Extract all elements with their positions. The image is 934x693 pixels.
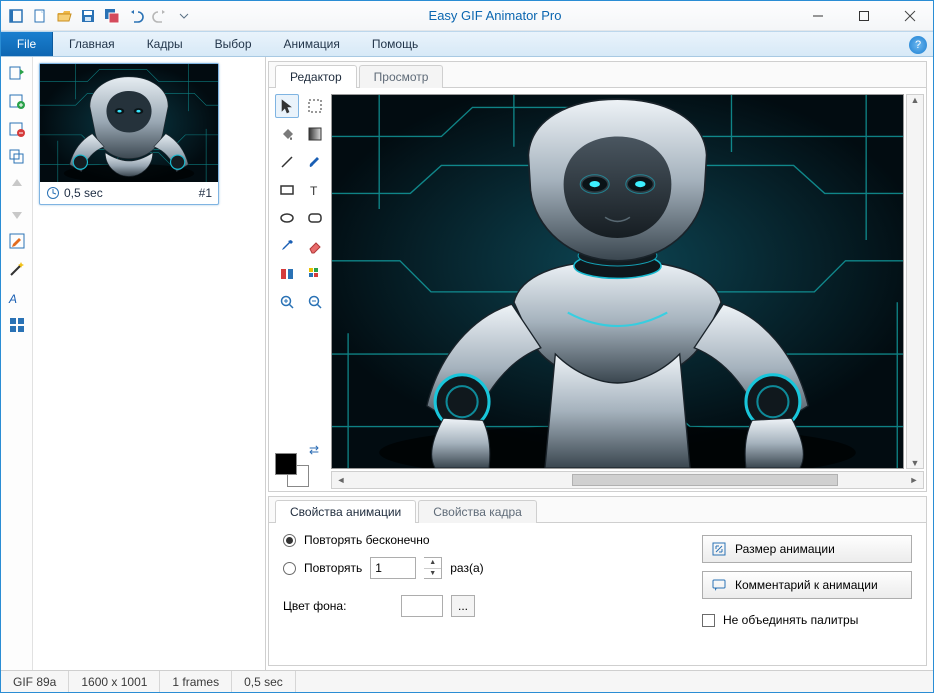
side-edit-icon[interactable]: [5, 229, 29, 253]
repeat-count-radio[interactable]: Повторять: [283, 561, 362, 575]
app-title: Easy GIF Animator Pro: [195, 8, 795, 23]
repeat-suffix: раз(а): [450, 561, 483, 575]
canvas-wrap: ▲▼ ◄ ►: [329, 88, 926, 491]
minimize-button[interactable]: [795, 1, 841, 31]
qa-undo-icon[interactable]: [125, 5, 147, 27]
comment-icon: [711, 577, 727, 593]
repeat-forever-label: Повторять бесконечно: [304, 533, 430, 547]
main-body: A: [1, 57, 933, 670]
menu-help[interactable]: Помощь: [356, 32, 434, 56]
anim-comment-button[interactable]: Комментарий к анимации: [702, 571, 912, 599]
repeat-count-input[interactable]: [370, 557, 416, 579]
qa-new-icon[interactable]: [29, 5, 51, 27]
editor-tabs: Редактор Просмотр: [269, 62, 926, 88]
close-button[interactable]: [887, 1, 933, 31]
tool-pointer-icon[interactable]: [275, 94, 299, 118]
color-swatch: ⇄: [275, 447, 321, 491]
file-menu-button[interactable]: File: [1, 32, 53, 56]
status-frames: 1 frames: [160, 671, 232, 692]
tool-ellipse-icon[interactable]: [275, 206, 299, 230]
tab-preview[interactable]: Просмотр: [359, 65, 444, 88]
clock-icon: [46, 186, 60, 200]
bgcolor-label: Цвет фона:: [283, 599, 393, 613]
repeat-label: Повторять: [304, 561, 362, 575]
qa-saveall-icon[interactable]: [101, 5, 123, 27]
tool-zoom-in-icon[interactable]: [275, 290, 299, 314]
tab-editor[interactable]: Редактор: [275, 65, 357, 88]
frame-thumbnail: [40, 64, 218, 182]
tool-zoom-out-icon[interactable]: [303, 290, 327, 314]
statusbar: GIF 89a 1600 x 1001 1 frames 0,5 sec: [1, 670, 933, 692]
side-toolbar: A: [1, 57, 33, 670]
menu-home[interactable]: Главная: [53, 32, 131, 56]
anim-size-button[interactable]: Размер анимации: [702, 535, 912, 563]
repeat-count-spinner[interactable]: ▲▼: [424, 557, 442, 579]
qa-open-icon[interactable]: [53, 5, 75, 27]
canvas[interactable]: [331, 94, 904, 469]
bgcolor-pick-button[interactable]: ...: [451, 595, 475, 617]
qa-app-icon[interactable]: [5, 5, 27, 27]
repeat-forever-radio[interactable]: Повторять бесконечно: [283, 533, 682, 547]
no-merge-checkbox[interactable]: Не объединять палитры: [702, 613, 912, 627]
foreground-color[interactable]: [275, 453, 297, 475]
tool-fill-icon[interactable]: [275, 122, 299, 146]
side-text-icon[interactable]: A: [5, 285, 29, 309]
bgcolor-swatch[interactable]: [401, 595, 443, 617]
status-dims: 1600 x 1001: [69, 671, 160, 692]
qa-save-icon[interactable]: [77, 5, 99, 27]
status-format: GIF 89a: [1, 671, 69, 692]
qa-dropdown-icon[interactable]: [173, 5, 195, 27]
side-insert-frame-icon[interactable]: [5, 61, 29, 85]
frame-card[interactable]: 0,5 sec #1: [39, 63, 219, 205]
menu-animation[interactable]: Анимация: [268, 32, 356, 56]
right-pane: Редактор Просмотр T: [266, 57, 933, 670]
tool-text-icon[interactable]: T: [303, 178, 327, 202]
properties-panel: Свойства анимации Свойства кадра Повторя…: [268, 496, 927, 666]
editor-panel: Редактор Просмотр T: [268, 61, 927, 492]
side-add-frame-icon[interactable]: [5, 89, 29, 113]
horizontal-scrollbar[interactable]: ◄ ►: [331, 471, 924, 489]
side-duplicate-icon[interactable]: [5, 145, 29, 169]
tool-roundrect-icon[interactable]: [303, 206, 327, 230]
svg-text:A: A: [8, 292, 17, 306]
frames-pane: 0,5 sec #1: [33, 57, 266, 670]
tool-eraser-icon[interactable]: [303, 234, 327, 258]
tool-palette-icon[interactable]: [303, 262, 327, 286]
tool-line-icon[interactable]: [275, 150, 299, 174]
frame-index: #1: [199, 186, 212, 200]
tool-column: T ⇄: [269, 88, 329, 491]
menu-frames[interactable]: Кадры: [131, 32, 199, 56]
menu-selection[interactable]: Выбор: [199, 32, 268, 56]
tool-flip-icon[interactable]: [275, 262, 299, 286]
quick-access: [1, 5, 195, 27]
tool-brush-icon[interactable]: [303, 150, 327, 174]
editor-body: T ⇄: [269, 88, 926, 491]
frame-duration: 0,5 sec: [64, 186, 103, 200]
svg-text:T: T: [310, 184, 318, 198]
tool-rect-icon[interactable]: [275, 178, 299, 202]
resize-icon: [711, 541, 727, 557]
qa-redo-icon[interactable]: [149, 5, 171, 27]
vertical-scrollbar[interactable]: ▲▼: [906, 94, 924, 469]
window-controls: [795, 1, 933, 31]
side-move-up-icon: [5, 173, 29, 197]
tab-anim-props[interactable]: Свойства анимации: [275, 500, 416, 523]
tool-eyedrop-icon[interactable]: [275, 234, 299, 258]
status-time: 0,5 sec: [232, 671, 296, 692]
frame-meta: 0,5 sec #1: [40, 182, 218, 204]
menubar: File Главная Кадры Выбор Анимация Помощь…: [1, 31, 933, 57]
help-icon[interactable]: ?: [909, 36, 927, 54]
tab-frame-props[interactable]: Свойства кадра: [418, 500, 537, 523]
tool-marquee-icon[interactable]: [303, 94, 327, 118]
tool-gradient-icon[interactable]: [303, 122, 327, 146]
swap-colors-icon[interactable]: ⇄: [309, 443, 319, 457]
side-wand-icon[interactable]: [5, 257, 29, 281]
maximize-button[interactable]: [841, 1, 887, 31]
side-delete-frame-icon[interactable]: [5, 117, 29, 141]
titlebar: Easy GIF Animator Pro: [1, 1, 933, 31]
properties-tabs: Свойства анимации Свойства кадра: [269, 497, 926, 523]
side-tiles-icon[interactable]: [5, 313, 29, 337]
side-move-down-icon: [5, 201, 29, 225]
